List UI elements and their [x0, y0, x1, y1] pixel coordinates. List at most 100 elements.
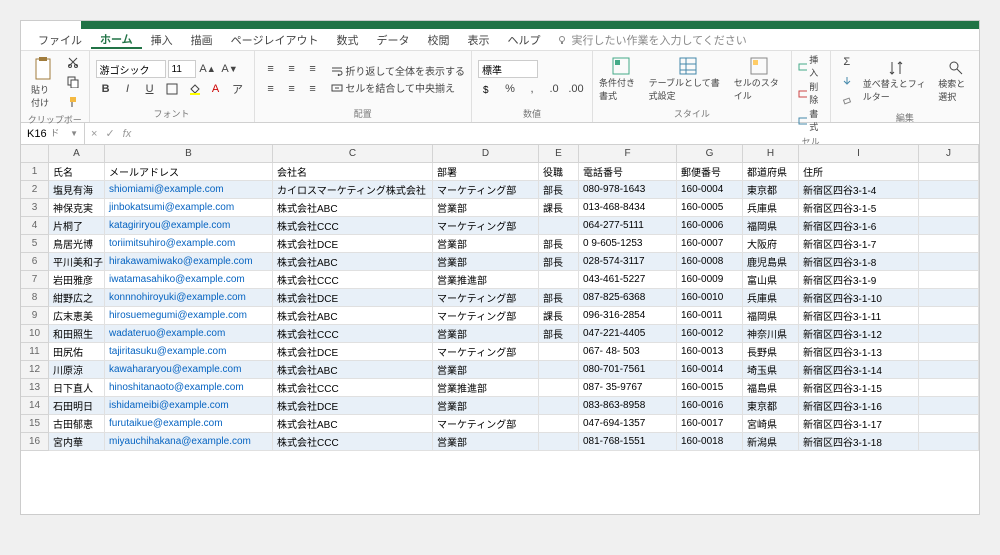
row-header[interactable]: 9	[21, 307, 49, 325]
row-header[interactable]: 12	[21, 361, 49, 379]
cell[interactable]	[919, 163, 979, 181]
col-header[interactable]: B	[105, 145, 273, 163]
menu-review[interactable]: 校閲	[418, 32, 458, 48]
cell[interactable]: マーケティング部	[433, 217, 539, 235]
cell[interactable]	[539, 343, 579, 361]
cell[interactable]: マーケティング部	[433, 307, 539, 325]
cell[interactable]: tajiritasuku@example.com	[105, 343, 273, 361]
cell[interactable]: 営業推進部	[433, 271, 539, 289]
row-header[interactable]: 15	[21, 415, 49, 433]
cell[interactable]: konnnohiroyuki@example.com	[105, 289, 273, 307]
cell[interactable]: 会社名	[273, 163, 433, 181]
cell[interactable]: 営業部	[433, 253, 539, 271]
cell[interactable]: miyauchihakana@example.com	[105, 433, 273, 451]
cell[interactable]: 新潟県	[743, 433, 799, 451]
col-header[interactable]: E	[539, 145, 579, 163]
cell[interactable]: 080-701-7561	[579, 361, 677, 379]
cell[interactable]: 課長	[539, 307, 579, 325]
cell[interactable]	[919, 217, 979, 235]
underline-button[interactable]: U	[140, 80, 160, 98]
cell[interactable]: ishidameibi@example.com	[105, 397, 273, 415]
cell[interactable]: 課長	[539, 199, 579, 217]
cell[interactable]: 氏名	[49, 163, 105, 181]
cell[interactable]	[919, 325, 979, 343]
row-header[interactable]: 3	[21, 199, 49, 217]
cell[interactable]: 営業部	[433, 199, 539, 217]
cell[interactable]: 新宿区四谷3-1-6	[799, 217, 919, 235]
cell[interactable]: 新宿区四谷3-1-13	[799, 343, 919, 361]
cell[interactable]	[919, 433, 979, 451]
cell[interactable]	[919, 397, 979, 415]
row-header[interactable]: 2	[21, 181, 49, 199]
col-header[interactable]: J	[919, 145, 979, 163]
percent-button[interactable]: %	[500, 80, 520, 98]
cell[interactable]: 028-574-3117	[579, 253, 677, 271]
row-header[interactable]: 6	[21, 253, 49, 271]
col-header[interactable]: I	[799, 145, 919, 163]
cell[interactable]: 営業部	[433, 235, 539, 253]
cell[interactable]: 役職	[539, 163, 579, 181]
fx-button[interactable]: fx	[123, 128, 132, 140]
col-header[interactable]: H	[743, 145, 799, 163]
cell[interactable]: 長野県	[743, 343, 799, 361]
cell[interactable]: 160-0007	[677, 235, 743, 253]
cell[interactable]: 160-0006	[677, 217, 743, 235]
menu-draw[interactable]: 描画	[182, 32, 222, 48]
cell[interactable]: 080-978-1643	[579, 181, 677, 199]
cell[interactable]: 部長	[539, 253, 579, 271]
cell[interactable]: hirosuemegumi@example.com	[105, 307, 273, 325]
cell[interactable]: 営業部	[433, 361, 539, 379]
cell[interactable]: 株式会社CCC	[273, 379, 433, 397]
cell[interactable]: 東京都	[743, 397, 799, 415]
cell[interactable]: 081-768-1551	[579, 433, 677, 451]
tell-me-search[interactable]: 実行したい作業を入力してください	[557, 32, 746, 48]
cell[interactable]	[539, 379, 579, 397]
italic-button[interactable]: I	[118, 80, 138, 98]
menu-layout[interactable]: ページレイアウト	[222, 32, 328, 48]
cell[interactable]: 部長	[539, 235, 579, 253]
cell[interactable]: 新宿区四谷3-1-16	[799, 397, 919, 415]
cell[interactable]: 株式会社ABC	[273, 199, 433, 217]
cell[interactable]: 古田郁恵	[49, 415, 105, 433]
cell[interactable]: 部長	[539, 289, 579, 307]
align-right-button[interactable]: ≡	[303, 80, 323, 98]
row-header[interactable]: 10	[21, 325, 49, 343]
cell[interactable]	[919, 307, 979, 325]
cell[interactable]: shiomiami@example.com	[105, 181, 273, 199]
cell[interactable]	[539, 397, 579, 415]
cell[interactable]: 郵便番号	[677, 163, 743, 181]
cell[interactable]: 160-0005	[677, 199, 743, 217]
cell[interactable]: toriimitsuhiro@example.com	[105, 235, 273, 253]
cell[interactable]: 160-0010	[677, 289, 743, 307]
cell[interactable]	[539, 433, 579, 451]
autosum-button[interactable]: Σ	[837, 53, 857, 71]
cell[interactable]: 064-277-5111	[579, 217, 677, 235]
align-left-button[interactable]: ≡	[261, 80, 281, 98]
col-header[interactable]: F	[579, 145, 677, 163]
cell[interactable]: 株式会社ABC	[273, 253, 433, 271]
cell[interactable]: hirakawamiwako@example.com	[105, 253, 273, 271]
row-header[interactable]: 11	[21, 343, 49, 361]
row-header[interactable]: 1	[21, 163, 49, 181]
cell[interactable]: 新宿区四谷3-1-7	[799, 235, 919, 253]
cell[interactable]: 富山県	[743, 271, 799, 289]
fill-button[interactable]	[837, 72, 857, 90]
cell[interactable]: 営業部	[433, 397, 539, 415]
cell[interactable]: 株式会社CCC	[273, 271, 433, 289]
bold-button[interactable]: B	[96, 80, 116, 98]
cell[interactable]: 株式会社CCC	[273, 217, 433, 235]
cell[interactable]	[539, 415, 579, 433]
cell[interactable]: 都道府県	[743, 163, 799, 181]
col-header[interactable]: D	[433, 145, 539, 163]
cell[interactable]: 株式会社DCE	[273, 289, 433, 307]
cell[interactable]: 福岡県	[743, 217, 799, 235]
cell[interactable]: 043-461-5227	[579, 271, 677, 289]
cell[interactable]: 平川美和子	[49, 253, 105, 271]
cell[interactable]	[919, 289, 979, 307]
cell[interactable]: 株式会社ABC	[273, 361, 433, 379]
cell[interactable]: 川原涼	[49, 361, 105, 379]
delete-cells-button[interactable]: 削除	[798, 80, 824, 106]
cell[interactable]: 株式会社DCE	[273, 397, 433, 415]
cell[interactable]	[919, 361, 979, 379]
cut-button[interactable]	[63, 53, 83, 71]
